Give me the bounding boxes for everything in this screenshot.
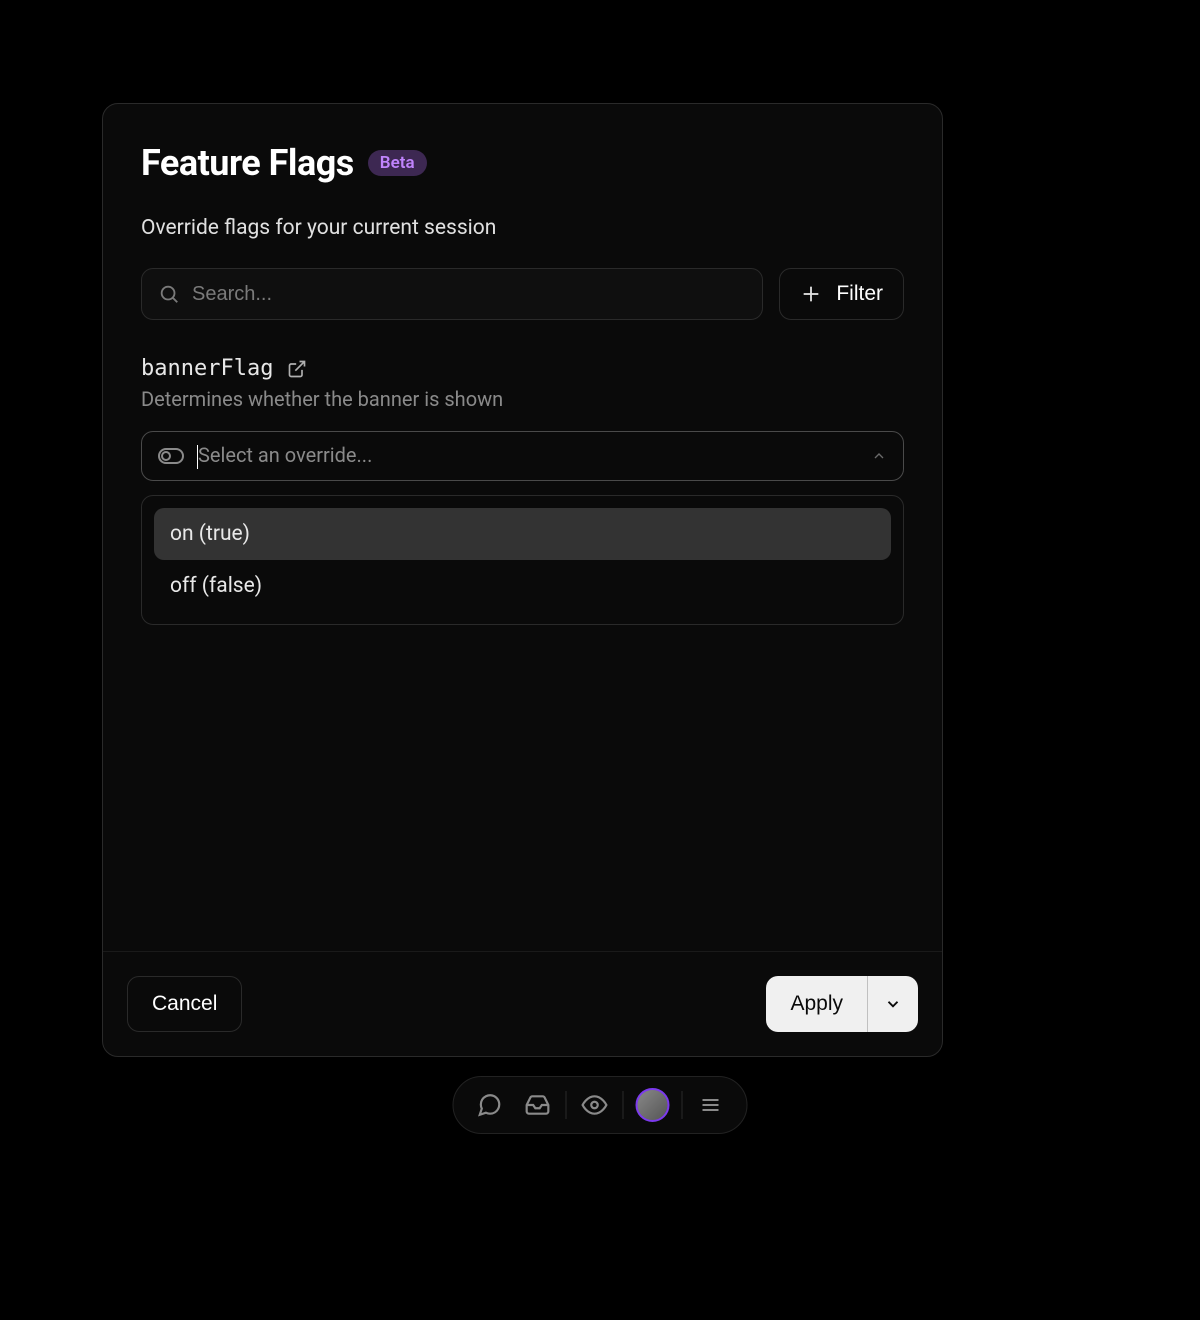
chevron-up-icon <box>871 448 887 464</box>
option-on[interactable]: on (true) <box>154 508 891 560</box>
eye-icon <box>582 1092 608 1118</box>
title-row: Feature Flags Beta <box>141 142 904 184</box>
flag-name-row: bannerFlag <box>141 356 904 381</box>
modal-body: Feature Flags Beta Override flags for yo… <box>103 104 942 951</box>
toolbar-divider <box>566 1091 567 1119</box>
page-title: Feature Flags <box>141 142 354 184</box>
apply-button[interactable]: Apply <box>766 976 867 1032</box>
external-link-icon[interactable] <box>287 359 307 379</box>
apply-button-group: Apply <box>766 976 918 1032</box>
chat-icon <box>477 1092 503 1118</box>
cancel-button[interactable]: Cancel <box>127 976 242 1032</box>
toggle-icon <box>158 448 184 464</box>
flag-description: Determines whether the banner is shown <box>141 387 904 411</box>
filter-label: Filter <box>836 282 883 306</box>
inbox-icon <box>525 1092 551 1118</box>
flag-name: bannerFlag <box>141 356 273 381</box>
option-off[interactable]: off (false) <box>154 560 891 612</box>
plus-icon <box>800 283 822 305</box>
feature-flags-modal: Feature Flags Beta Override flags for yo… <box>102 103 943 1057</box>
toolbar-menu[interactable] <box>687 1085 735 1125</box>
apply-dropdown-button[interactable] <box>867 976 918 1032</box>
toolbar-divider <box>623 1091 624 1119</box>
override-dropdown: on (true) off (false) <box>141 495 904 625</box>
modal-footer: Cancel Apply <box>103 951 942 1056</box>
override-combobox[interactable]: Select an override... <box>141 431 904 481</box>
chevron-down-icon <box>884 995 902 1013</box>
toolbar-visibility[interactable] <box>571 1085 619 1125</box>
page-subtitle: Override flags for your current session <box>141 216 904 240</box>
search-box[interactable] <box>141 268 763 320</box>
search-row: Filter <box>141 268 904 320</box>
search-input[interactable] <box>192 283 746 306</box>
beta-badge: Beta <box>368 150 427 176</box>
search-icon <box>158 283 180 305</box>
toolbar-divider <box>682 1091 683 1119</box>
filter-button[interactable]: Filter <box>779 268 904 320</box>
override-input[interactable]: Select an override... <box>196 443 859 469</box>
bottom-toolbar <box>453 1076 748 1134</box>
toolbar-inbox[interactable] <box>514 1085 562 1125</box>
menu-icon <box>699 1093 723 1117</box>
avatar[interactable] <box>636 1088 670 1122</box>
toolbar-chat[interactable] <box>466 1085 514 1125</box>
